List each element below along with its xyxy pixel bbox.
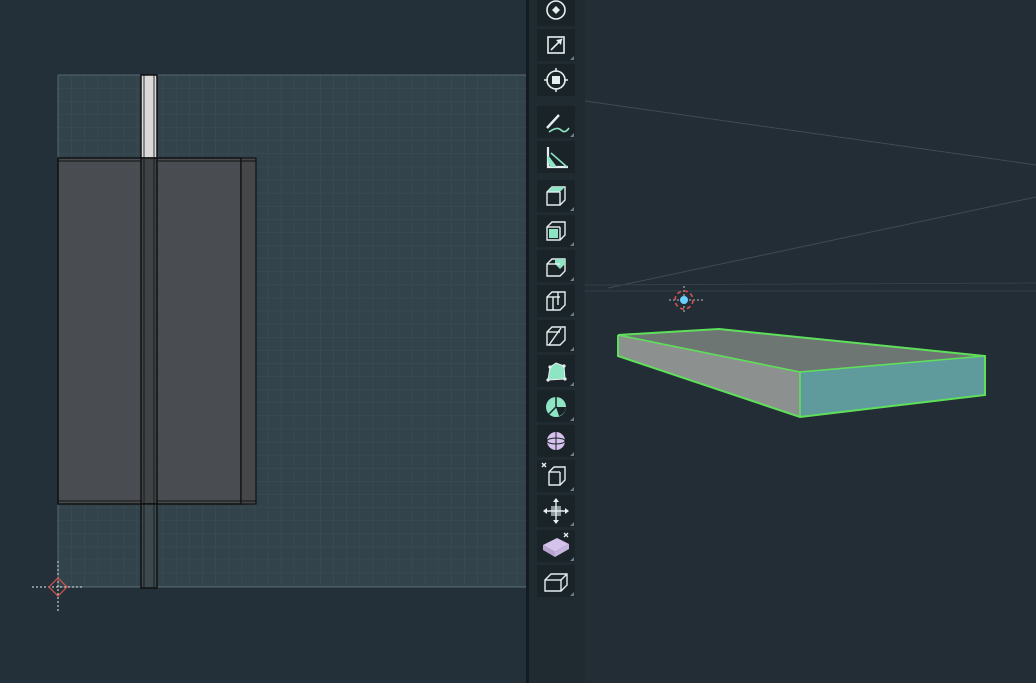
knife-box-icon[interactable] xyxy=(537,320,575,352)
spin-icon[interactable] xyxy=(537,390,575,422)
ruler-angle-icon[interactable] xyxy=(537,141,575,173)
shear-box-icon[interactable] xyxy=(537,460,575,492)
horizon-line xyxy=(585,282,1036,286)
perspective-viewport[interactable] xyxy=(585,0,1036,683)
guide-line xyxy=(585,100,1036,166)
rip-prism-icon[interactable] xyxy=(537,530,575,562)
move-center-icon[interactable] xyxy=(537,64,575,96)
orbit-icon[interactable] xyxy=(537,0,575,26)
extrude-box-icon[interactable] xyxy=(537,180,575,212)
sphere-icon[interactable] xyxy=(537,425,575,457)
wire-box-icon[interactable] xyxy=(537,565,575,597)
scale-icon[interactable] xyxy=(537,29,575,61)
transform-arrows-icon[interactable] xyxy=(537,495,575,527)
bevel-box-icon[interactable] xyxy=(537,250,575,282)
3d-cursor-icon[interactable] xyxy=(669,286,704,314)
top-view-canvas[interactable] xyxy=(0,0,526,683)
selected-slab-3d[interactable] xyxy=(617,327,986,419)
tool-shelf xyxy=(529,0,585,683)
guide-line xyxy=(607,196,1036,289)
pencil-curve-icon[interactable] xyxy=(537,106,575,138)
top-view-viewport[interactable] xyxy=(0,0,526,683)
perspective-canvas[interactable] xyxy=(585,0,1036,683)
vertical-bar-top-view[interactable] xyxy=(140,74,158,589)
smooth-icon[interactable] xyxy=(537,355,575,387)
inset-box-icon[interactable] xyxy=(537,215,575,247)
loop-cut-icon[interactable] xyxy=(537,285,575,317)
